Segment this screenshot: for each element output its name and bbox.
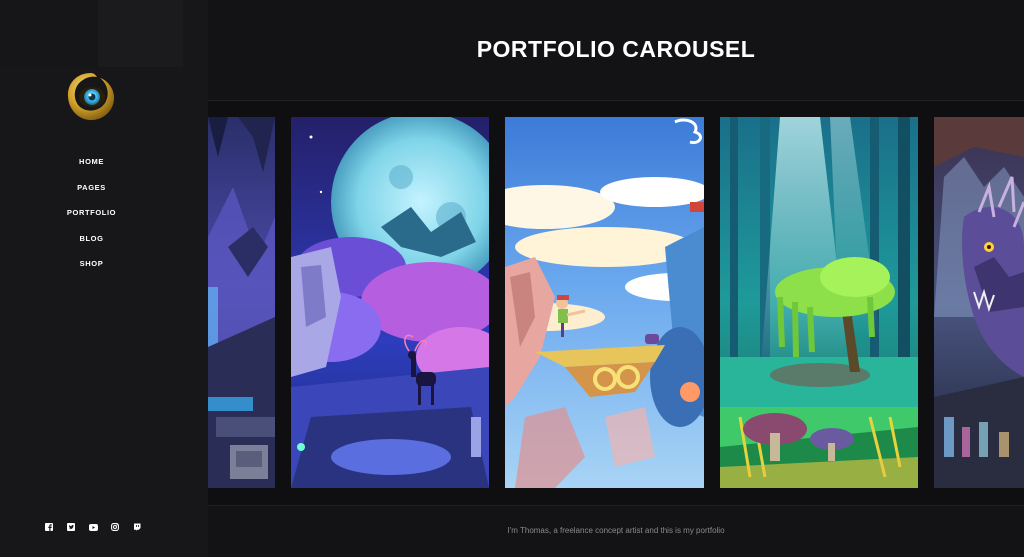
twitter-icon[interactable] bbox=[66, 522, 76, 532]
page-title: PORTFOLIO CAROUSEL bbox=[476, 36, 756, 62]
sky-island-image bbox=[505, 117, 704, 488]
portfolio-page: HOME PAGES PORTFOLIO BLOG SHOP PORTFOLIO… bbox=[0, 0, 1024, 557]
moon-deer-image bbox=[291, 117, 489, 488]
twitch-icon[interactable] bbox=[132, 522, 142, 532]
carousel-card-moon-deer[interactable] bbox=[291, 117, 489, 488]
site-logo[interactable] bbox=[64, 70, 118, 124]
eye-logo-icon bbox=[67, 73, 115, 121]
instagram-icon[interactable] bbox=[110, 522, 120, 532]
nav-item-home[interactable]: HOME bbox=[0, 152, 183, 178]
nav-item-pages[interactable]: PAGES bbox=[0, 178, 183, 204]
footer-tagline: I'm Thomas, a freelance concept artist a… bbox=[507, 526, 725, 535]
nav-item-portfolio[interactable]: PORTFOLIO bbox=[0, 203, 183, 229]
sidebar: HOME PAGES PORTFOLIO BLOG SHOP bbox=[0, 0, 208, 557]
social-links bbox=[44, 522, 142, 532]
youtube-icon[interactable] bbox=[88, 522, 98, 532]
sidebar-top-panel bbox=[0, 0, 183, 67]
crystal-castle-image bbox=[208, 117, 275, 488]
carousel-card-dragon[interactable] bbox=[934, 117, 1024, 488]
nav-item-blog[interactable]: BLOG bbox=[0, 229, 183, 255]
facebook-icon[interactable] bbox=[44, 522, 54, 532]
dragon-image bbox=[934, 117, 1024, 488]
carousel-card-sky-island[interactable] bbox=[505, 117, 704, 488]
carousel-card-crystal-castle[interactable] bbox=[208, 117, 275, 488]
jungle-tree-image bbox=[720, 117, 918, 488]
main-nav: HOME PAGES PORTFOLIO BLOG SHOP bbox=[0, 152, 183, 280]
nav-item-shop[interactable]: SHOP bbox=[0, 254, 183, 280]
carousel-card-jungle-tree[interactable] bbox=[720, 117, 918, 488]
